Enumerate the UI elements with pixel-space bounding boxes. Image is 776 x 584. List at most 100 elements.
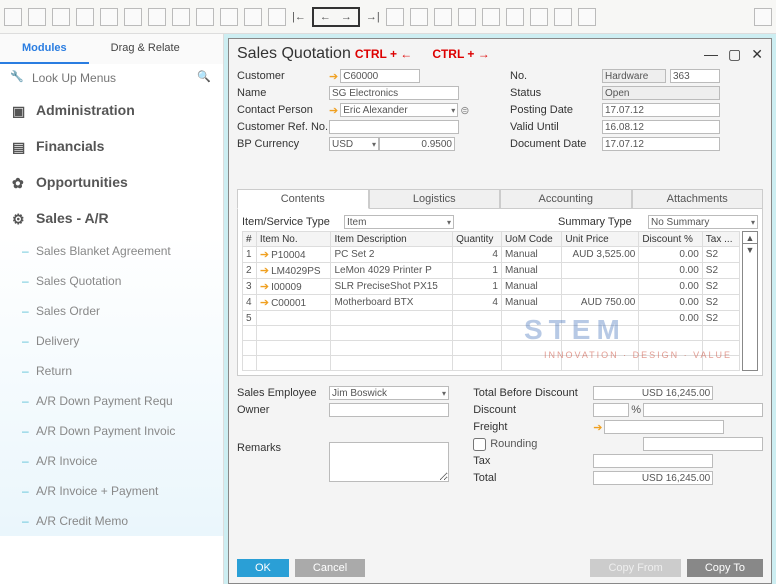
close-icon[interactable]: ✕ [751, 46, 763, 63]
link-arrow-icon[interactable]: ➔ [329, 70, 338, 83]
sidebar-item[interactable]: Sales Order [0, 296, 223, 326]
postdate-field[interactable]: 17.07.12 [602, 103, 720, 117]
table-row[interactable]: 4➔C00001Motherboard BTX4ManualAUD 750.00… [243, 295, 740, 311]
nav-financials[interactable]: ▤Financials [0, 128, 223, 164]
tab-contents[interactable]: Contents [237, 189, 369, 209]
tb-icon[interactable] [530, 8, 548, 26]
nav-administration[interactable]: ▣Administration [0, 92, 223, 128]
table-row[interactable]: 50.00S2 [243, 311, 740, 326]
valid-field[interactable]: 16.08.12 [602, 120, 720, 134]
tb-icon[interactable] [244, 8, 262, 26]
tb-icon[interactable] [410, 8, 428, 26]
sidebar-item[interactable]: A/R Credit Memo [0, 506, 223, 536]
discount-pct-field[interactable] [593, 403, 629, 417]
sidebar-item[interactable]: A/R Invoice + Payment [0, 476, 223, 506]
sidebar-item[interactable]: A/R Invoice [0, 446, 223, 476]
tbd-value: USD 16,245.00 [593, 386, 713, 400]
link-arrow-icon[interactable]: ➔ [593, 421, 602, 434]
ok-button[interactable]: OK [237, 559, 289, 577]
tb-icon[interactable] [482, 8, 500, 26]
currency-field[interactable]: USD [329, 137, 379, 151]
tb-icon[interactable] [196, 8, 214, 26]
sidebar-item[interactable]: A/R Down Payment Requ [0, 386, 223, 416]
table-row[interactable] [243, 326, 740, 341]
last-record-icon[interactable]: →| [366, 11, 380, 23]
wrench-icon[interactable]: 🔧 [10, 70, 26, 86]
name-field[interactable]: SG Electronics [329, 86, 459, 100]
rounding-checkbox[interactable] [473, 438, 486, 451]
move-up-icon[interactable]: ▲ [743, 232, 757, 244]
tb-icon[interactable] [434, 8, 452, 26]
move-down-icon[interactable]: ▼ [743, 244, 757, 256]
grid-header[interactable]: Item No. [256, 232, 331, 247]
table-row[interactable]: 2➔LM4029PSLeMon 4029 Printer P1Manual0.0… [243, 263, 740, 279]
link-arrow-icon[interactable]: ➔ [329, 104, 338, 117]
first-record-icon[interactable]: |← [292, 11, 306, 23]
nav-prev-next-box: ← → [312, 7, 360, 27]
series-field[interactable]: Hardware [602, 69, 666, 83]
cancel-button[interactable]: Cancel [295, 559, 365, 577]
discount-value[interactable] [643, 403, 763, 417]
tb-icon[interactable] [578, 8, 596, 26]
nav-sales-ar[interactable]: ⚙Sales - A/R [0, 200, 223, 236]
tb-icon[interactable] [386, 8, 404, 26]
table-row[interactable] [243, 356, 740, 371]
docnum-field[interactable]: 363 [670, 69, 720, 83]
tb-icon[interactable] [220, 8, 238, 26]
tb-icon[interactable] [268, 8, 286, 26]
table-row[interactable]: 1➔P10004PC Set 24ManualAUD 3,525.000.00S… [243, 247, 740, 263]
tb-icon[interactable] [506, 8, 524, 26]
sidebar-item[interactable]: Delivery [0, 326, 223, 356]
sidebar-item[interactable]: Sales Quotation [0, 266, 223, 296]
next-record-icon[interactable]: → [341, 11, 352, 23]
remarks-field[interactable] [329, 442, 449, 482]
nav-opportunities[interactable]: ✿Opportunities [0, 164, 223, 200]
grid-header[interactable]: Tax ... [702, 232, 739, 247]
tb-icon[interactable] [148, 8, 166, 26]
itemtype-field[interactable]: Item [344, 215, 454, 229]
tb-icon[interactable] [100, 8, 118, 26]
tb-icon[interactable] [554, 8, 572, 26]
copy-to-button[interactable]: Copy To [687, 559, 763, 577]
tb-icon[interactable] [28, 8, 46, 26]
ref-field[interactable] [329, 120, 459, 134]
grid-header[interactable]: Discount % [639, 232, 702, 247]
grid-header[interactable]: UoM Code [501, 232, 561, 247]
tb-icon[interactable] [124, 8, 142, 26]
table-row[interactable]: 3➔I00009SLR PreciseShot PX151Manual0.00S… [243, 279, 740, 295]
docdate-field[interactable]: 17.07.12 [602, 137, 720, 151]
sidebar-item[interactable]: A/R Down Payment Invoic [0, 416, 223, 446]
minimize-icon[interactable]: — [704, 46, 718, 63]
tb-icon[interactable] [4, 8, 22, 26]
tab-drag-relate[interactable]: Drag & Relate [89, 34, 202, 64]
tab-modules[interactable]: Modules [0, 34, 89, 64]
sidebar-item[interactable]: Sales Blanket Agreement [0, 236, 223, 266]
tab-attachments[interactable]: Attachments [632, 189, 764, 209]
table-row[interactable] [243, 341, 740, 356]
items-grid[interactable]: #Item No.Item DescriptionQuantityUoM Cod… [242, 231, 740, 371]
contact-extra-icon[interactable]: ⊜ [460, 104, 469, 117]
owner-field[interactable] [329, 403, 449, 417]
rate-field[interactable]: 0.9500 [379, 137, 455, 151]
grid-header[interactable]: # [243, 232, 257, 247]
customer-field[interactable]: C60000 [340, 69, 420, 83]
tb-icon[interactable] [172, 8, 190, 26]
tb-icon[interactable] [458, 8, 476, 26]
contact-field[interactable]: Eric Alexander [340, 103, 458, 117]
menu-search-input[interactable] [32, 71, 191, 85]
grid-header[interactable]: Item Description [331, 232, 453, 247]
prev-record-icon[interactable]: ← [320, 11, 331, 23]
tb-icon[interactable] [76, 8, 94, 26]
sumtype-field[interactable]: No Summary [648, 215, 758, 229]
grid-header[interactable]: Quantity [453, 232, 502, 247]
tab-logistics[interactable]: Logistics [369, 189, 501, 209]
employee-field[interactable]: Jim Boswick [329, 386, 449, 400]
copy-from-button[interactable]: Copy From [590, 559, 680, 577]
search-icon[interactable]: 🔍 [197, 70, 213, 86]
tb-icon[interactable] [754, 8, 772, 26]
tab-accounting[interactable]: Accounting [500, 189, 632, 209]
tb-icon[interactable] [52, 8, 70, 26]
sidebar-item[interactable]: Return [0, 356, 223, 386]
maximize-icon[interactable]: ▢ [728, 46, 741, 63]
grid-header[interactable]: Unit Price [562, 232, 639, 247]
